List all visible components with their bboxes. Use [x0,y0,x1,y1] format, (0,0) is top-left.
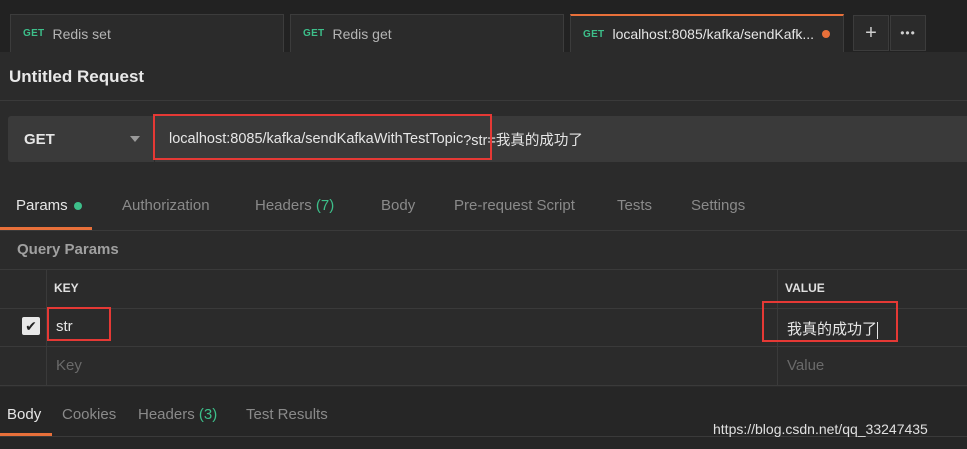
response-tab-headers[interactable]: Headers (3) [138,406,217,423]
tab-redis-set[interactable]: GET Redis set [10,14,284,52]
tab-tests[interactable]: Tests [617,197,652,214]
table-row [0,347,47,386]
tab-label: Headers [138,406,195,423]
headers-count: (7) [315,197,335,214]
tab-prerequest-script[interactable]: Pre-request Script [454,197,575,214]
table-corner [0,270,47,309]
url-highlight-box [153,114,492,160]
response-headers-count: (3) [198,406,218,423]
tab-title: Redis get [332,25,392,42]
tab-body[interactable]: Body [381,197,415,214]
new-value-input[interactable]: Value [778,347,967,386]
method-select[interactable]: GET [8,116,154,162]
add-tab-button[interactable]: + [853,15,889,51]
active-dot-icon [73,202,82,211]
response-tab-body[interactable]: Body [7,406,41,423]
param-key-input[interactable]: str [47,309,778,347]
tab-label: Params [16,197,68,214]
tab-redis-get[interactable]: GET Redis get [290,14,564,52]
tab-settings[interactable]: Settings [691,197,745,214]
tab-send-kafka[interactable]: GET localhost:8085/kafka/sendKafk... [570,14,844,52]
tab-title: localhost:8085/kafka/sendKafk... [612,26,815,42]
check-icon: ✔ [25,317,37,334]
response-tab-test-results[interactable]: Test Results [246,406,328,423]
tab-authorization[interactable]: Authorization [122,197,210,214]
query-params-title: Query Params [17,241,119,258]
plus-icon: + [865,21,877,44]
tab-method: GET [303,28,325,39]
tab-method: GET [583,28,605,40]
response-tab-cookies[interactable]: Cookies [62,406,116,423]
tab-headers[interactable]: Headers (7) [255,197,334,214]
param-checkbox[interactable]: ✔ [22,317,40,335]
ellipsis-icon: ••• [900,26,916,40]
divider [0,230,967,231]
watermark-text: https://blog.csdn.net/qq_33247435 [713,421,928,437]
request-title[interactable]: Untitled Request [9,67,144,87]
new-key-input[interactable]: Key [47,347,778,386]
tab-label: Headers [255,197,312,214]
key-column-header: KEY [47,270,778,309]
unsaved-dot-icon [822,30,831,38]
chevron-down-icon [130,136,140,142]
key-highlight-box [47,307,111,341]
tab-params[interactable]: Params [16,197,82,214]
divider [0,100,967,101]
tab-title: Redis set [52,25,111,42]
more-tabs-button[interactable]: ••• [890,15,926,51]
value-highlight-box [762,301,898,342]
tab-method: GET [23,28,45,39]
method-value: GET [24,130,55,148]
